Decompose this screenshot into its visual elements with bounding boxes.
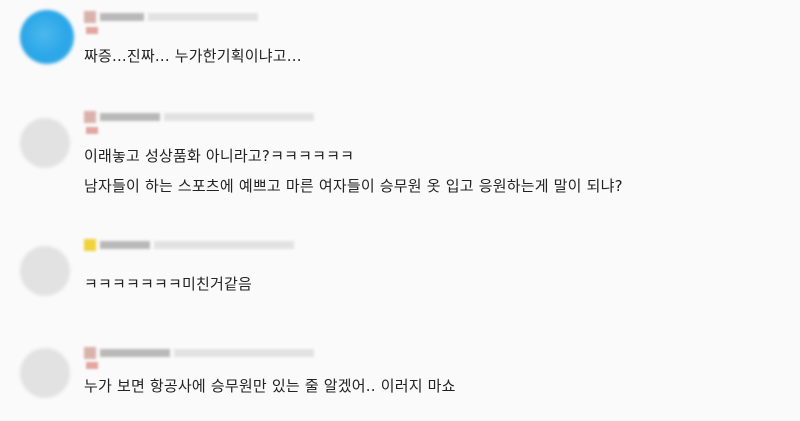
author-meta-blurred	[164, 113, 314, 121]
comment-author[interactable]	[84, 10, 258, 24]
author-meta-blurred	[174, 349, 314, 357]
user-avatar[interactable]	[20, 246, 70, 296]
comment-text-line: 남자들이 하는 스포츠에 예쁘고 마른 여자들이 승무원 옷 입고 응원하는게 …	[84, 177, 623, 195]
comment-author[interactable]	[84, 346, 314, 360]
comment-text: 짜증...진짜... 누가한기획이냐고...	[84, 47, 302, 65]
author-name-blurred	[100, 113, 160, 121]
level-badge-icon	[84, 347, 96, 359]
comment-item: 누가 보면 항공사에 승무원만 있는 줄 알겠어.. 이러지 마쇼	[0, 338, 800, 421]
comment-text: 누가 보면 항공사에 승무원만 있는 줄 알겠어.. 이러지 마쇼	[84, 377, 456, 395]
level-badge-icon	[84, 239, 96, 251]
author-meta-blurred	[148, 13, 258, 21]
comment-item: ㅋㅋㅋㅋㅋㅋㅋ미친거같음	[0, 228, 800, 328]
meta-sub-icon	[86, 127, 98, 134]
author-name-blurred	[100, 241, 150, 249]
user-avatar[interactable]	[20, 118, 70, 168]
meta-sub-icon	[86, 362, 98, 369]
level-badge-icon	[84, 111, 96, 123]
comment-item: 이래놓고 성상품화 아니라고?ㅋㅋㅋㅋㅋㅋ 남자들이 하는 스포츠에 예쁘고 마…	[0, 100, 800, 220]
comment-author[interactable]	[84, 110, 314, 124]
meta-sub-icon	[86, 27, 98, 34]
author-meta-blurred	[154, 241, 294, 249]
comment-author[interactable]	[84, 238, 294, 252]
comment-text-line: 이래놓고 성상품화 아니라고?ㅋㅋㅋㅋㅋㅋ	[84, 147, 355, 165]
comment-item: 짜증...진짜... 누가한기획이냐고...	[0, 0, 800, 100]
user-avatar[interactable]	[20, 348, 70, 398]
comment-list: 짜증...진짜... 누가한기획이냐고... 이래놓고 성상품화 아니라고?ㅋㅋ…	[0, 0, 800, 421]
level-badge-icon	[84, 11, 96, 23]
author-name-blurred	[100, 13, 144, 21]
user-avatar[interactable]	[20, 10, 74, 64]
author-name-blurred	[100, 349, 170, 357]
comment-text: ㅋㅋㅋㅋㅋㅋㅋ미친거같음	[84, 275, 253, 293]
